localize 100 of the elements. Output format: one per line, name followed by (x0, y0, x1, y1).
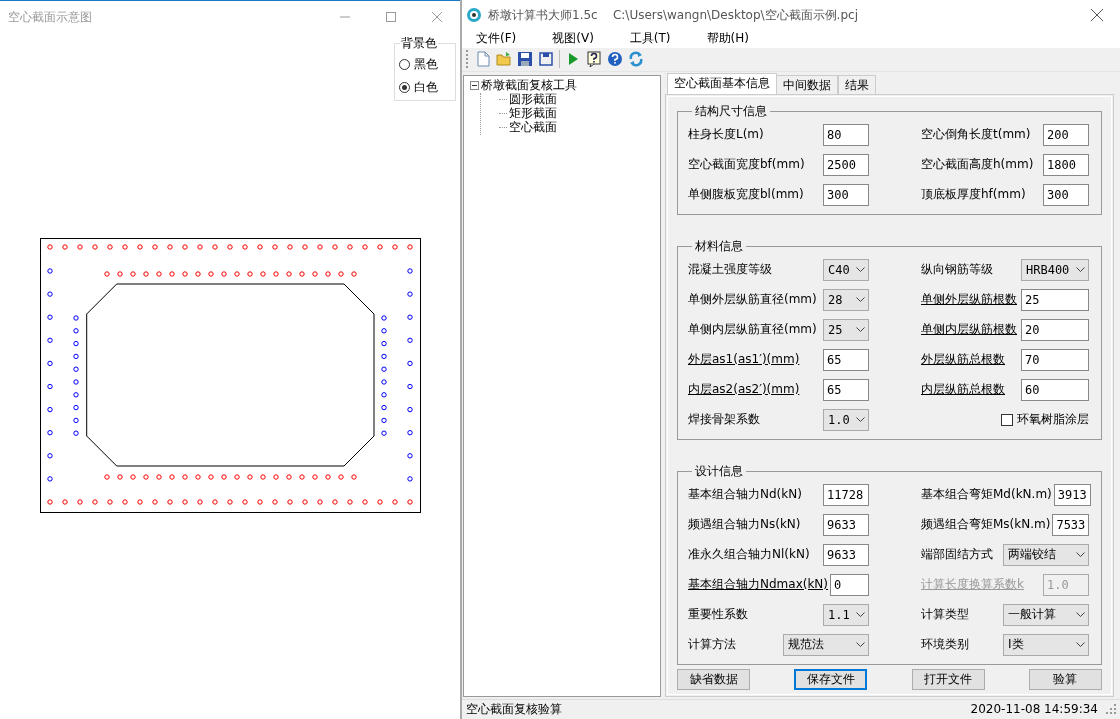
dropdown[interactable]: 25 (823, 318, 869, 341)
input-field[interactable]: 80 (823, 123, 869, 146)
field-label: 外层as1(as1′)(mm) (688, 351, 801, 369)
tab[interactable]: 结果 (838, 74, 876, 94)
chevron-down-icon (856, 611, 865, 618)
chevron-down-icon (1076, 551, 1085, 558)
input-field[interactable]: 7533 (1052, 513, 1090, 536)
tab[interactable]: 空心截面基本信息 (667, 72, 777, 94)
dropdown[interactable]: 一般计算 (1003, 603, 1089, 626)
field-label: 计算方法 (688, 636, 737, 654)
tree-item[interactable]: 空心截面 (499, 120, 654, 135)
input-field[interactable]: 60 (1021, 378, 1089, 401)
field-label: 单侧外层纵筋直径(mm) (688, 291, 818, 309)
input-field[interactable]: 9633 (823, 513, 869, 536)
field-label: 单侧内层纵筋根数 (921, 321, 1018, 339)
input-field[interactable]: 200 (1043, 123, 1089, 146)
dropdown[interactable]: C40 (823, 258, 869, 281)
field-label: 基本组合轴力Ndmax(kN) (688, 576, 829, 594)
input-field[interactable]: 300 (823, 183, 869, 206)
menu-item[interactable]: 帮助(H) (698, 30, 758, 48)
resize-grip-icon[interactable] (1106, 704, 1116, 715)
menu-item[interactable]: 文件(F) (468, 30, 526, 48)
help-icon[interactable] (607, 51, 623, 68)
dropdown[interactable]: 1.1 (823, 603, 869, 626)
menu-item[interactable]: 视图(V) (544, 30, 603, 48)
button[interactable]: 打开文件 (911, 668, 985, 690)
chevron-down-icon (1076, 611, 1085, 618)
status-text: 空心截面复核验算 (466, 700, 563, 718)
refresh-icon[interactable] (628, 51, 644, 68)
input-field[interactable]: 2500 (823, 153, 869, 176)
close-icon (431, 11, 443, 23)
group-title: 背景色 (400, 35, 438, 52)
collapse-icon[interactable] (470, 81, 479, 91)
chevron-down-icon (856, 641, 865, 648)
dropdown[interactable]: 规范法 (783, 633, 869, 656)
input-field[interactable]: 300 (1043, 183, 1089, 206)
maximize-icon (385, 11, 397, 23)
help-dialog-icon[interactable] (586, 51, 602, 68)
window-title: 空心截面示意图 (8, 8, 93, 26)
radio-option[interactable]: 黑色 (399, 56, 438, 73)
dropdown[interactable]: HRB400 (1021, 258, 1089, 281)
tab[interactable]: 中间数据 (776, 74, 838, 94)
new-file-icon[interactable] (475, 51, 491, 68)
chevron-down-icon (1076, 641, 1085, 648)
input-field[interactable]: 20 (1021, 318, 1089, 341)
menu-item[interactable]: 工具(T) (621, 30, 680, 48)
field-label: 端部固结方式 (921, 546, 994, 564)
window-title: 桥墩计算书大师1.5c C:\Users\wangn\Desktop\空心截面示例.pcj (488, 6, 859, 24)
field-label: 频遇组合弯矩Ms(kN.m) (921, 516, 1051, 534)
dropdown[interactable]: Ⅰ类 (1003, 633, 1089, 656)
field-label: 环境类别 (921, 636, 970, 654)
field-label: 顶底板厚度hf(mm) (921, 186, 1027, 204)
dropdown[interactable]: 28 (823, 288, 869, 311)
dropdown[interactable]: 1.0 (823, 408, 869, 431)
radio-option[interactable]: 白色 (399, 79, 438, 96)
field-label: 单侧腹板宽度bl(mm) (688, 186, 805, 204)
field-label: 单侧内层纵筋直径(mm) (688, 321, 818, 339)
field-label: 纵向钢筋等级 (921, 261, 994, 279)
close-icon (1090, 8, 1104, 22)
chevron-down-icon (856, 416, 865, 423)
field-label: 柱身长度L(m) (688, 126, 765, 144)
folder-icon[interactable] (496, 51, 512, 68)
input-field[interactable]: 1800 (1043, 153, 1089, 176)
save-as-icon[interactable] (538, 51, 554, 68)
input-field[interactable]: 65 (823, 378, 869, 401)
field-label: 频遇组合轴力Ns(kN) (688, 516, 802, 534)
dropdown[interactable]: 两端铰结 (1003, 543, 1089, 566)
button[interactable]: 验算 (1029, 668, 1102, 690)
input-field[interactable]: 65 (823, 348, 869, 371)
field-label: 基本组合弯矩Md(kN.m) (921, 486, 1052, 504)
button[interactable]: 保存文件 (794, 668, 868, 690)
field-label: 焊接骨架系数 (688, 411, 761, 429)
save-icon[interactable] (517, 51, 533, 68)
field-label: 内层as2(as2′)(mm) (688, 381, 801, 399)
field-label: 外层纵筋总根数 (921, 351, 1006, 369)
field-label: 空心倒角长度t(mm) (921, 126, 1032, 144)
input-field[interactable]: 0 (830, 573, 869, 596)
input-field[interactable]: 70 (1021, 348, 1089, 371)
field-label: 基本组合轴力Nd(kN) (688, 486, 803, 504)
checkbox[interactable] (1001, 413, 1013, 426)
group-title: 结构尺寸信息 (694, 102, 768, 120)
chevron-down-icon (856, 296, 865, 303)
field-label: 空心截面高度h(mm) (921, 156, 1035, 174)
field-label: 单侧外层纵筋根数 (921, 291, 1018, 309)
input-field[interactable]: 9633 (823, 543, 869, 566)
input-field[interactable]: 25 (1021, 288, 1089, 311)
app-icon (466, 7, 482, 23)
field-label: 准永久组合轴力Nl(kN) (688, 546, 811, 564)
group-title: 设计信息 (694, 462, 744, 480)
group-title: 材料信息 (694, 237, 744, 255)
input-field[interactable]: 3913 (1053, 483, 1091, 506)
chevron-down-icon (856, 266, 865, 273)
field-label: 计算类型 (921, 606, 970, 624)
field-label: 计算长度换算系数k (921, 576, 1025, 594)
tree-item[interactable]: 矩形截面 (499, 106, 654, 121)
input-field[interactable]: 11728 (823, 483, 869, 506)
status-time: 2020-11-08 14:59:34 (970, 702, 1098, 717)
tree-item[interactable]: 圆形截面 (499, 92, 654, 107)
button[interactable]: 缺省数据 (677, 668, 750, 690)
field-label: 重要性系数 (688, 606, 749, 624)
